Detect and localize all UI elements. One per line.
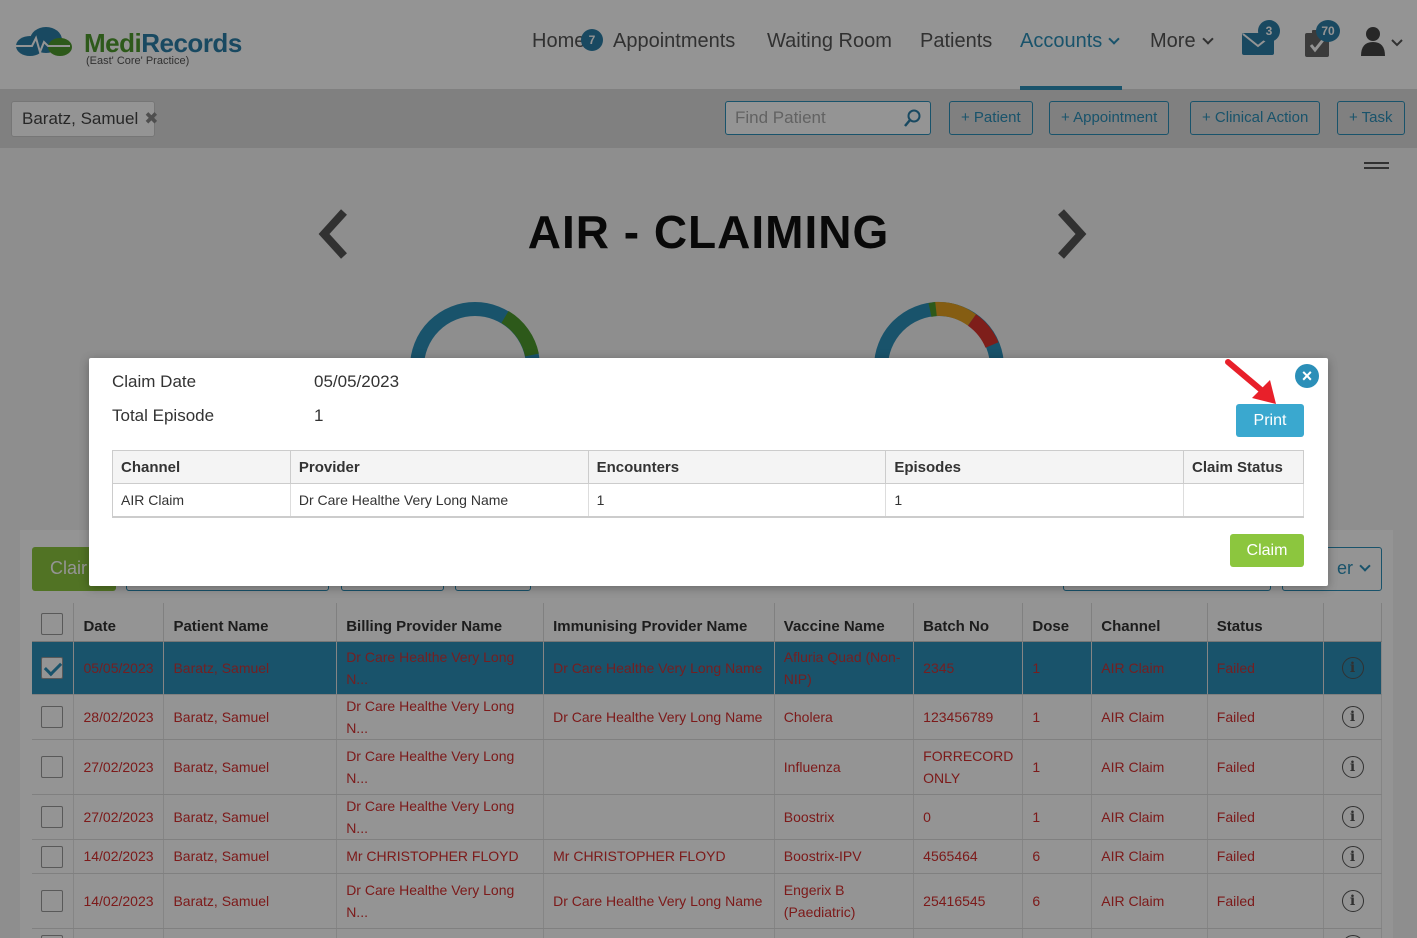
- pointer-arrow-icon: [1225, 359, 1276, 404]
- col-episodes: Episodes: [885, 450, 1185, 484]
- total-episode-label: Total Episode: [112, 406, 215, 425]
- close-icon: ×: [1301, 366, 1313, 386]
- col-provider: Provider: [290, 450, 589, 484]
- claim-date-value: 05/05/2023: [314, 372, 400, 391]
- col-channel: Channel: [112, 450, 291, 484]
- summary-row: AIR Claim Dr Care Healthe Very Long Name…: [112, 483, 1304, 518]
- close-modal-button[interactable]: ×: [1295, 364, 1319, 388]
- col-encounters: Encounters: [588, 450, 887, 484]
- col-claim-status: Claim Status: [1183, 450, 1304, 484]
- summary-header-row: Channel Provider Encounters Episodes Cla…: [112, 450, 1304, 484]
- claim-button[interactable]: Claim: [1230, 534, 1304, 567]
- claim-date-label: Claim Date: [112, 372, 197, 391]
- claim-summary-modal: Claim Date 05/05/2023 Total Episode 1 × …: [89, 358, 1328, 586]
- claim-summary-table: Channel Provider Encounters Episodes Cla…: [112, 450, 1304, 518]
- total-episode-value: 1: [314, 406, 324, 425]
